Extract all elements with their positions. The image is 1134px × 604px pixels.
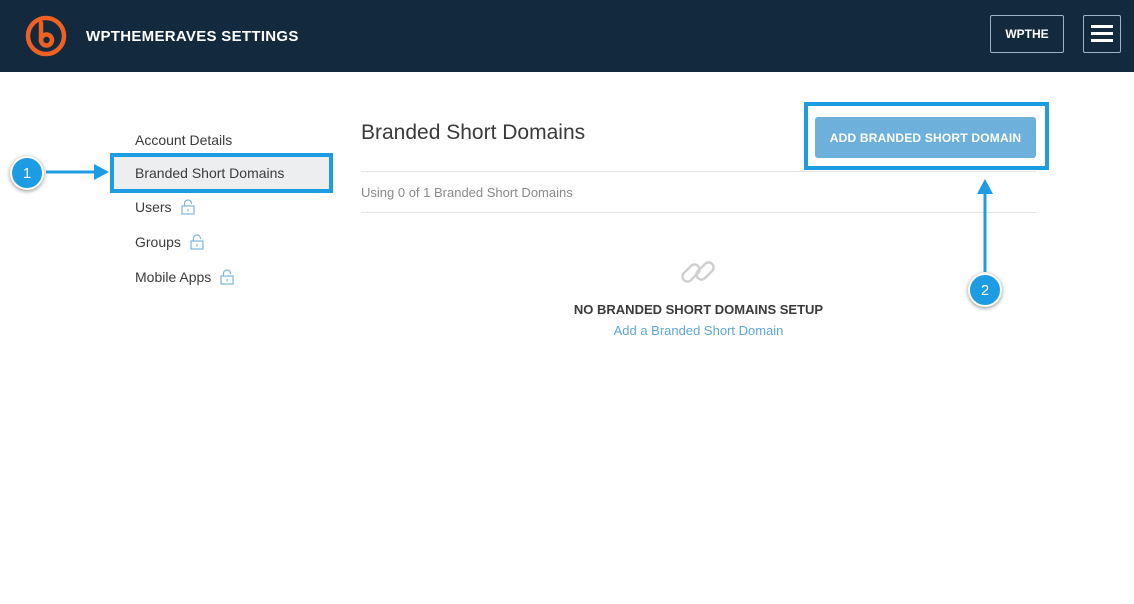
annotation-arrows bbox=[46, 164, 993, 272]
step-badge-1: 1 bbox=[10, 156, 44, 190]
arrow-step-1 bbox=[46, 164, 109, 180]
step-badge-2: 2 bbox=[968, 273, 1002, 307]
arrow-step-2 bbox=[977, 179, 993, 272]
